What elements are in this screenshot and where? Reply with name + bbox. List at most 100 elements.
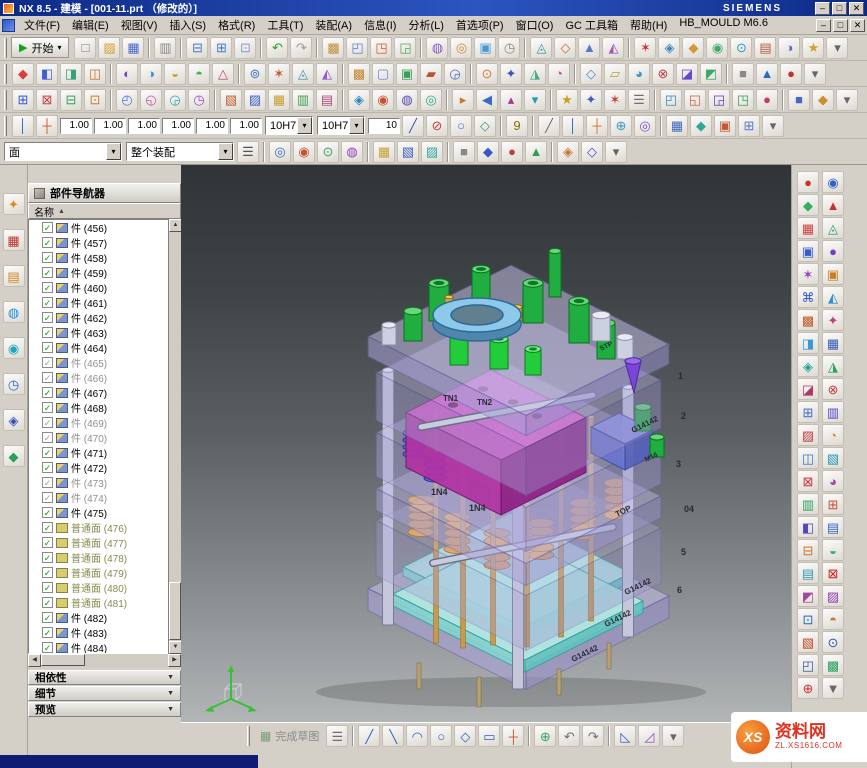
- standard-toolbar-icon[interactable]: ◉: [706, 37, 728, 59]
- menu-item[interactable]: 帮助(H): [624, 15, 673, 35]
- visibility-checkbox[interactable]: ✓: [42, 462, 53, 473]
- feature-toolbar-icon[interactable]: ▰: [420, 63, 442, 85]
- dimension-toolbar-icon[interactable]: ⊕: [610, 115, 632, 137]
- feature-toolbar-icon[interactable]: ▩: [348, 63, 370, 85]
- sketch-toolbar-icon[interactable]: ◺: [614, 725, 636, 747]
- graphics-viewport[interactable]: TN1 TN2 1N4 1N4 STP TOP M16 G14142 G1414…: [181, 165, 791, 722]
- chevron-down-icon[interactable]: ▾: [218, 143, 233, 160]
- feature-toolbar-icon[interactable]: ▱: [604, 63, 626, 85]
- visibility-checkbox[interactable]: ✓: [42, 447, 53, 458]
- right-panel-icon[interactable]: ⊡: [797, 608, 819, 630]
- feature-toolbar-icon[interactable]: ⊙: [476, 63, 498, 85]
- dimension-toolbar-icon[interactable]: ▣: [714, 115, 736, 137]
- right-panel-icon[interactable]: ▥: [797, 493, 819, 515]
- navigator-item[interactable]: ✓件 (483): [29, 625, 180, 640]
- dimension-field[interactable]: [60, 118, 92, 134]
- right-panel-icon[interactable]: ◮: [822, 355, 844, 377]
- operation-toolbar-icon[interactable]: ⊞: [12, 89, 34, 111]
- dimension-toolbar-icon[interactable]: ╱: [402, 115, 424, 137]
- dimension-field[interactable]: [128, 118, 160, 134]
- toolbar-grip[interactable]: [247, 726, 250, 746]
- right-panel-icon[interactable]: ⊗: [822, 378, 844, 400]
- right-panel-icon[interactable]: ◧: [797, 516, 819, 538]
- dimension-toolbar-icon[interactable]: │: [12, 115, 34, 137]
- scroll-left-button[interactable]: ◀: [28, 654, 41, 667]
- selection-toolbar-icon[interactable]: ☰: [237, 141, 259, 163]
- dimension-toolbar-icon[interactable]: ○: [450, 115, 472, 137]
- feature-toolbar-icon[interactable]: ◭: [316, 63, 338, 85]
- standard-toolbar-icon[interactable]: ★: [802, 37, 824, 59]
- operation-toolbar-icon[interactable]: ◆: [812, 89, 834, 111]
- right-panel-icon[interactable]: ▦: [822, 332, 844, 354]
- standard-toolbar-icon[interactable]: ▩: [322, 37, 344, 59]
- dimension-field[interactable]: [162, 118, 194, 134]
- standard-toolbar-icon[interactable]: ◲: [394, 37, 416, 59]
- right-panel-icon[interactable]: ⊙: [822, 631, 844, 653]
- visibility-checkbox[interactable]: ✓: [42, 522, 53, 533]
- visibility-checkbox[interactable]: ✓: [42, 552, 53, 563]
- standard-toolbar-icon[interactable]: ◭: [602, 37, 624, 59]
- visibility-checkbox[interactable]: ✓: [42, 267, 53, 278]
- operation-toolbar-icon[interactable]: ⊠: [36, 89, 58, 111]
- right-panel-icon[interactable]: ●: [822, 240, 844, 262]
- dimension-toolbar-icon[interactable]: ▦: [666, 115, 688, 137]
- right-panel-icon[interactable]: ◆: [797, 194, 819, 216]
- visibility-checkbox[interactable]: ✓: [42, 297, 53, 308]
- dimension-toolbar-icon[interactable]: ◎: [634, 115, 656, 137]
- right-panel-icon[interactable]: ✶: [797, 263, 819, 285]
- visibility-checkbox[interactable]: ✓: [42, 282, 53, 293]
- sketch-toolbar-icon[interactable]: ┼: [502, 725, 524, 747]
- chevron-down-icon[interactable]: ▾: [297, 117, 312, 134]
- feature-toolbar-icon[interactable]: ▾: [804, 63, 826, 85]
- standard-toolbar-icon[interactable]: ▣: [474, 37, 496, 59]
- visibility-checkbox[interactable]: ✓: [42, 237, 53, 248]
- navigator-item[interactable]: ✓普通面 (481): [29, 595, 180, 610]
- right-panel-icon[interactable]: ◨: [797, 332, 819, 354]
- right-panel-icon[interactable]: ◕: [822, 470, 844, 492]
- navigator-item[interactable]: ✓件 (484): [29, 640, 180, 654]
- selection-toolbar-icon[interactable]: ⊙: [317, 141, 339, 163]
- visibility-checkbox[interactable]: ✓: [42, 432, 53, 443]
- dimension-field[interactable]: [230, 118, 262, 134]
- feature-toolbar-icon[interactable]: ◬: [292, 63, 314, 85]
- right-panel-icon[interactable]: ▨: [822, 585, 844, 607]
- operation-toolbar-icon[interactable]: ◀: [476, 89, 498, 111]
- operation-toolbar-icon[interactable]: ◰: [660, 89, 682, 111]
- menu-item[interactable]: 插入(S): [163, 15, 212, 35]
- feature-toolbar-icon[interactable]: ◫: [84, 63, 106, 85]
- operation-toolbar-icon[interactable]: ⊟: [60, 89, 82, 111]
- navigator-item[interactable]: ✓件 (465): [29, 355, 180, 370]
- standard-toolbar-icon[interactable]: ◑: [778, 37, 800, 59]
- visibility-checkbox[interactable]: ✓: [42, 642, 53, 653]
- operation-toolbar-icon[interactable]: ▴: [500, 89, 522, 111]
- navigator-item[interactable]: ✓普通面 (478): [29, 550, 180, 565]
- operation-toolbar-icon[interactable]: ◷: [188, 89, 210, 111]
- dimension-toolbar-icon[interactable]: ◇: [474, 115, 496, 137]
- navigator-item[interactable]: ✓件 (471): [29, 445, 180, 460]
- navigator-item[interactable]: ✓件 (472): [29, 460, 180, 475]
- scroll-thumb[interactable]: [41, 654, 85, 666]
- locating-ring[interactable]: [433, 298, 521, 341]
- maximize-button[interactable]: □: [832, 2, 847, 15]
- operation-toolbar-icon[interactable]: ▤: [316, 89, 338, 111]
- operation-toolbar-icon[interactable]: ◵: [140, 89, 162, 111]
- standard-toolbar-icon[interactable]: ◷: [498, 37, 520, 59]
- scroll-thumb[interactable]: [169, 582, 181, 640]
- feature-toolbar-icon[interactable]: ◨: [60, 63, 82, 85]
- dimension-field[interactable]: [368, 118, 400, 134]
- dimension-toolbar-icon[interactable]: ⊞: [738, 115, 760, 137]
- navigator-item[interactable]: ✓件 (460): [29, 280, 180, 295]
- right-panel-icon[interactable]: ◈: [797, 355, 819, 377]
- standard-toolbar-icon[interactable]: ↶: [266, 37, 288, 59]
- visibility-checkbox[interactable]: ✓: [42, 252, 53, 263]
- standard-toolbar-icon[interactable]: ▾: [826, 37, 848, 59]
- dimension-toolbar-icon[interactable]: ◆: [690, 115, 712, 137]
- scroll-right-button[interactable]: ▶: [168, 654, 181, 667]
- resource-bar-icon[interactable]: ▦: [3, 229, 25, 251]
- right-panel-icon[interactable]: ◉: [822, 171, 844, 193]
- menu-item[interactable]: 编辑(E): [66, 15, 115, 35]
- tolerance-combo[interactable]: 10H7▾: [265, 116, 313, 135]
- right-panel-icon[interactable]: ▲: [822, 194, 844, 216]
- operation-toolbar-icon[interactable]: ⊡: [84, 89, 106, 111]
- menu-item[interactable]: 格式(R): [212, 15, 261, 35]
